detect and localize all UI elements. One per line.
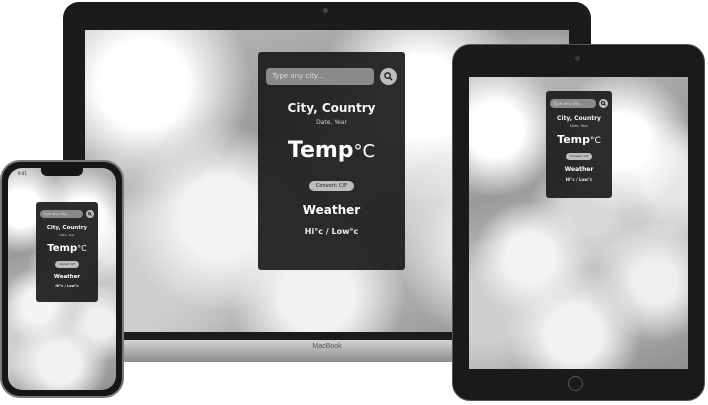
hi-low-temps: Hi°c / Low°c — [304, 227, 359, 236]
search-button[interactable] — [599, 99, 608, 108]
laptop-camera — [323, 8, 328, 13]
phone-notch — [41, 168, 83, 176]
search-input[interactable]: Type any city... — [40, 210, 84, 218]
tablet-home-button[interactable] — [568, 376, 583, 391]
temp-value: Temp — [557, 133, 591, 146]
date-text: Date, Year — [316, 119, 347, 126]
search-bar: Type any city... — [40, 210, 94, 218]
search-bar: Type any city... — [266, 68, 397, 85]
search-bar: Type any city... — [550, 99, 608, 108]
temperature: Temp°C — [40, 243, 94, 254]
temp-unit: °C — [590, 136, 601, 146]
search-input[interactable]: Type any city... — [266, 68, 374, 85]
phone-device: 9:41 Type any city... City, Country Date… — [0, 160, 124, 398]
search-button[interactable] — [86, 210, 94, 218]
city-name: City, Country — [287, 101, 376, 115]
hi-low-temps: Hi°c / Low°c — [565, 177, 593, 182]
city-name: City, Country — [46, 225, 88, 231]
tablet-device: Type any city... City, Country Date, Yea… — [452, 44, 705, 401]
date-text: Date, Year — [569, 124, 588, 128]
temperature: Temp°C — [266, 138, 397, 163]
weather-description: Weather — [564, 166, 594, 173]
convert-unit-button[interactable]: Convert: C/F — [55, 261, 79, 268]
search-icon — [384, 72, 393, 81]
tablet-camera — [575, 56, 580, 61]
temperature: Temp°C — [550, 133, 608, 146]
convert-unit-button[interactable]: Convert: C/F — [565, 153, 593, 160]
weather-description: Weather — [53, 274, 81, 280]
weather-description: Weather — [302, 203, 361, 217]
search-input[interactable]: Type any city... — [550, 99, 597, 108]
phone-status-time: 9:41 — [18, 171, 27, 176]
weather-card: Type any city... City, Country Date, Yea… — [546, 91, 612, 198]
temp-unit: °C — [77, 244, 87, 253]
search-icon — [88, 212, 92, 216]
hi-low-temps: Hi°c / Low°c — [55, 284, 79, 288]
tablet-screen: Type any city... City, Country Date, Yea… — [469, 77, 688, 369]
city-name: City, Country — [557, 115, 601, 122]
weather-card: Type any city... City, Country Date, Yea… — [258, 52, 405, 270]
temp-value: Temp — [47, 243, 78, 254]
phone-screen: 9:41 Type any city... City, Country Date… — [8, 168, 116, 390]
temp-unit: °C — [353, 141, 376, 162]
date-text: Date, Year — [59, 233, 75, 237]
search-icon — [601, 101, 607, 106]
weather-card: Type any city... City, Country Date, Yea… — [36, 202, 98, 302]
temp-value: Temp — [287, 138, 354, 163]
search-button[interactable] — [380, 68, 397, 85]
convert-unit-button[interactable]: Convert: C/F — [308, 181, 355, 191]
